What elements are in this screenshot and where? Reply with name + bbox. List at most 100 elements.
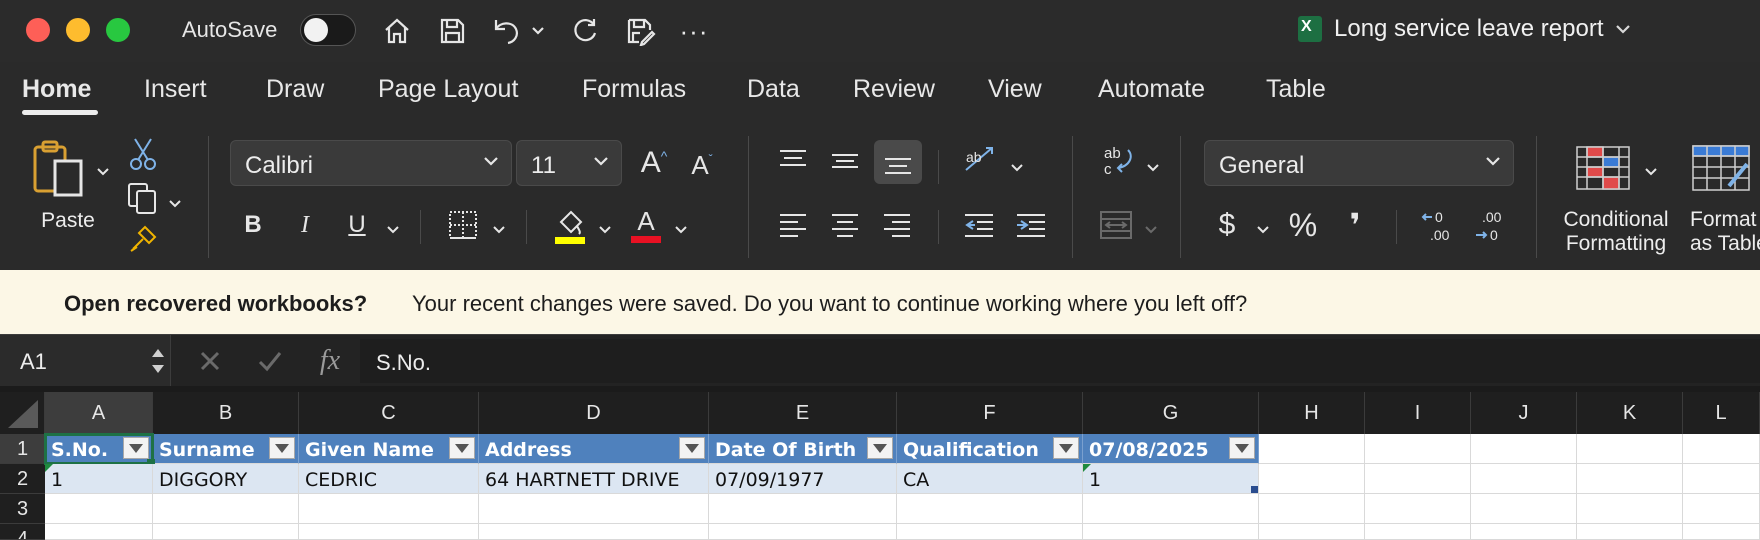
empty-cell[interactable]: [1259, 524, 1365, 540]
empty-cell[interactable]: [299, 494, 479, 524]
empty-cell[interactable]: [1683, 434, 1760, 464]
column-header-k[interactable]: K: [1577, 392, 1683, 434]
more-options-icon[interactable]: ···: [675, 12, 713, 50]
empty-cell[interactable]: [1259, 434, 1365, 464]
save-edit-icon[interactable]: [621, 12, 659, 50]
empty-cell[interactable]: [1365, 494, 1471, 524]
conditional-formatting-icon[interactable]: [1574, 144, 1632, 192]
merge-chevron-icon[interactable]: [1144, 222, 1158, 240]
column-header-h[interactable]: H: [1259, 392, 1365, 434]
percent-button[interactable]: %: [1284, 204, 1322, 246]
empty-cell[interactable]: [1365, 434, 1471, 464]
column-header-g[interactable]: G: [1083, 392, 1259, 434]
column-header-l[interactable]: L: [1683, 392, 1760, 434]
empty-cell[interactable]: [1577, 434, 1683, 464]
column-header-a[interactable]: A: [45, 392, 153, 434]
table-header-cell[interactable]: Given Name: [299, 434, 479, 464]
decrease-indent-icon[interactable]: [960, 206, 998, 244]
filter-dropdown-icon[interactable]: [1229, 437, 1255, 459]
column-header-i[interactable]: I: [1365, 392, 1471, 434]
decrease-font-size-button[interactable]: Aˇ: [684, 148, 720, 182]
table-cell[interactable]: 64 HARTNETT DRIVE: [479, 464, 709, 494]
empty-cell[interactable]: [1365, 524, 1471, 540]
name-box-stepper-icon[interactable]: [150, 343, 166, 379]
table-header-cell[interactable]: 07/08/2025: [1083, 434, 1259, 464]
tab-draw[interactable]: Draw: [266, 75, 324, 104]
filter-dropdown-icon[interactable]: [269, 437, 295, 459]
filter-dropdown-icon[interactable]: [1053, 437, 1079, 459]
align-right-icon[interactable]: [878, 206, 916, 244]
empty-cell[interactable]: [479, 524, 709, 540]
empty-cell[interactable]: [897, 524, 1083, 540]
underline-button[interactable]: U: [340, 206, 374, 244]
insert-function-icon[interactable]: fx: [312, 343, 348, 379]
empty-cell[interactable]: [1471, 464, 1577, 494]
font-color-button[interactable]: A: [628, 202, 664, 246]
currency-chevron-icon[interactable]: [1256, 222, 1270, 240]
wrap-text-icon[interactable]: ab c: [1098, 140, 1138, 180]
empty-cell[interactable]: [1365, 464, 1471, 494]
column-header-f[interactable]: F: [897, 392, 1083, 434]
increase-indent-icon[interactable]: [1012, 206, 1050, 244]
column-header-e[interactable]: E: [709, 392, 897, 434]
table-header-cell[interactable]: Date Of Birth: [709, 434, 897, 464]
empty-cell[interactable]: [45, 494, 153, 524]
fill-color-chevron-icon[interactable]: [598, 222, 612, 240]
wrap-text-chevron-icon[interactable]: [1146, 160, 1160, 178]
tab-review[interactable]: Review: [853, 75, 935, 104]
borders-chevron-icon[interactable]: [492, 222, 506, 240]
name-box[interactable]: A1: [0, 335, 171, 387]
empty-cell[interactable]: [1083, 494, 1259, 524]
autosave-toggle[interactable]: [300, 14, 356, 46]
empty-cell[interactable]: [897, 494, 1083, 524]
format-painter-icon[interactable]: [126, 222, 160, 256]
empty-cell[interactable]: [1471, 494, 1577, 524]
empty-cell[interactable]: [1683, 524, 1760, 540]
align-middle-icon[interactable]: [826, 142, 864, 180]
row-header-2[interactable]: 2: [0, 464, 45, 494]
empty-cell[interactable]: [1683, 464, 1760, 494]
copy-icon[interactable]: [124, 180, 160, 216]
table-resize-handle[interactable]: [1251, 486, 1258, 493]
tab-view[interactable]: View: [988, 75, 1042, 104]
font-color-chevron-icon[interactable]: [674, 222, 688, 240]
empty-cell[interactable]: [1471, 434, 1577, 464]
formula-input[interactable]: S.No.: [360, 339, 1760, 383]
table-cell[interactable]: 1: [45, 464, 153, 494]
minimize-window-button[interactable]: [66, 18, 90, 42]
format-as-table-label[interactable]: Format as Table: [1684, 208, 1760, 256]
empty-cell[interactable]: [479, 494, 709, 524]
table-header-cell[interactable]: Qualification: [897, 434, 1083, 464]
filter-dropdown-icon[interactable]: [449, 437, 475, 459]
column-header-c[interactable]: C: [299, 392, 479, 434]
table-cell[interactable]: CEDRIC: [299, 464, 479, 494]
cancel-formula-icon[interactable]: [192, 343, 228, 379]
empty-cell[interactable]: [1577, 464, 1683, 494]
italic-button[interactable]: I: [288, 206, 322, 244]
empty-cell[interactable]: [1259, 464, 1365, 494]
empty-cell[interactable]: [1577, 524, 1683, 540]
table-header-cell[interactable]: Address: [479, 434, 709, 464]
increase-decimal-button[interactable]: 0.00: [1418, 206, 1462, 246]
decrease-decimal-button[interactable]: .00 0: [1470, 206, 1514, 246]
row-header-4[interactable]: 4: [0, 524, 45, 540]
tab-insert[interactable]: Insert: [144, 75, 207, 104]
empty-cell[interactable]: [299, 524, 479, 540]
empty-cell[interactable]: [1471, 524, 1577, 540]
empty-cell[interactable]: [153, 494, 299, 524]
underline-chevron-icon[interactable]: [386, 222, 400, 240]
paste-icon[interactable]: [28, 138, 90, 202]
empty-cell[interactable]: [1259, 494, 1365, 524]
merge-center-icon[interactable]: [1096, 206, 1136, 244]
bold-button[interactable]: B: [236, 206, 270, 244]
format-as-table-icon[interactable]: [1690, 144, 1752, 192]
filter-dropdown-icon[interactable]: [679, 437, 705, 459]
align-bottom-icon[interactable]: [874, 140, 922, 184]
tab-data[interactable]: Data: [747, 75, 800, 104]
orientation-chevron-icon[interactable]: [1010, 160, 1024, 178]
undo-icon[interactable]: [487, 12, 525, 50]
conditional-formatting-label[interactable]: Conditional Formatting: [1548, 208, 1684, 256]
orientation-icon[interactable]: ab: [960, 140, 1000, 180]
tab-automate[interactable]: Automate: [1098, 75, 1205, 104]
fill-color-icon[interactable]: [552, 204, 588, 246]
